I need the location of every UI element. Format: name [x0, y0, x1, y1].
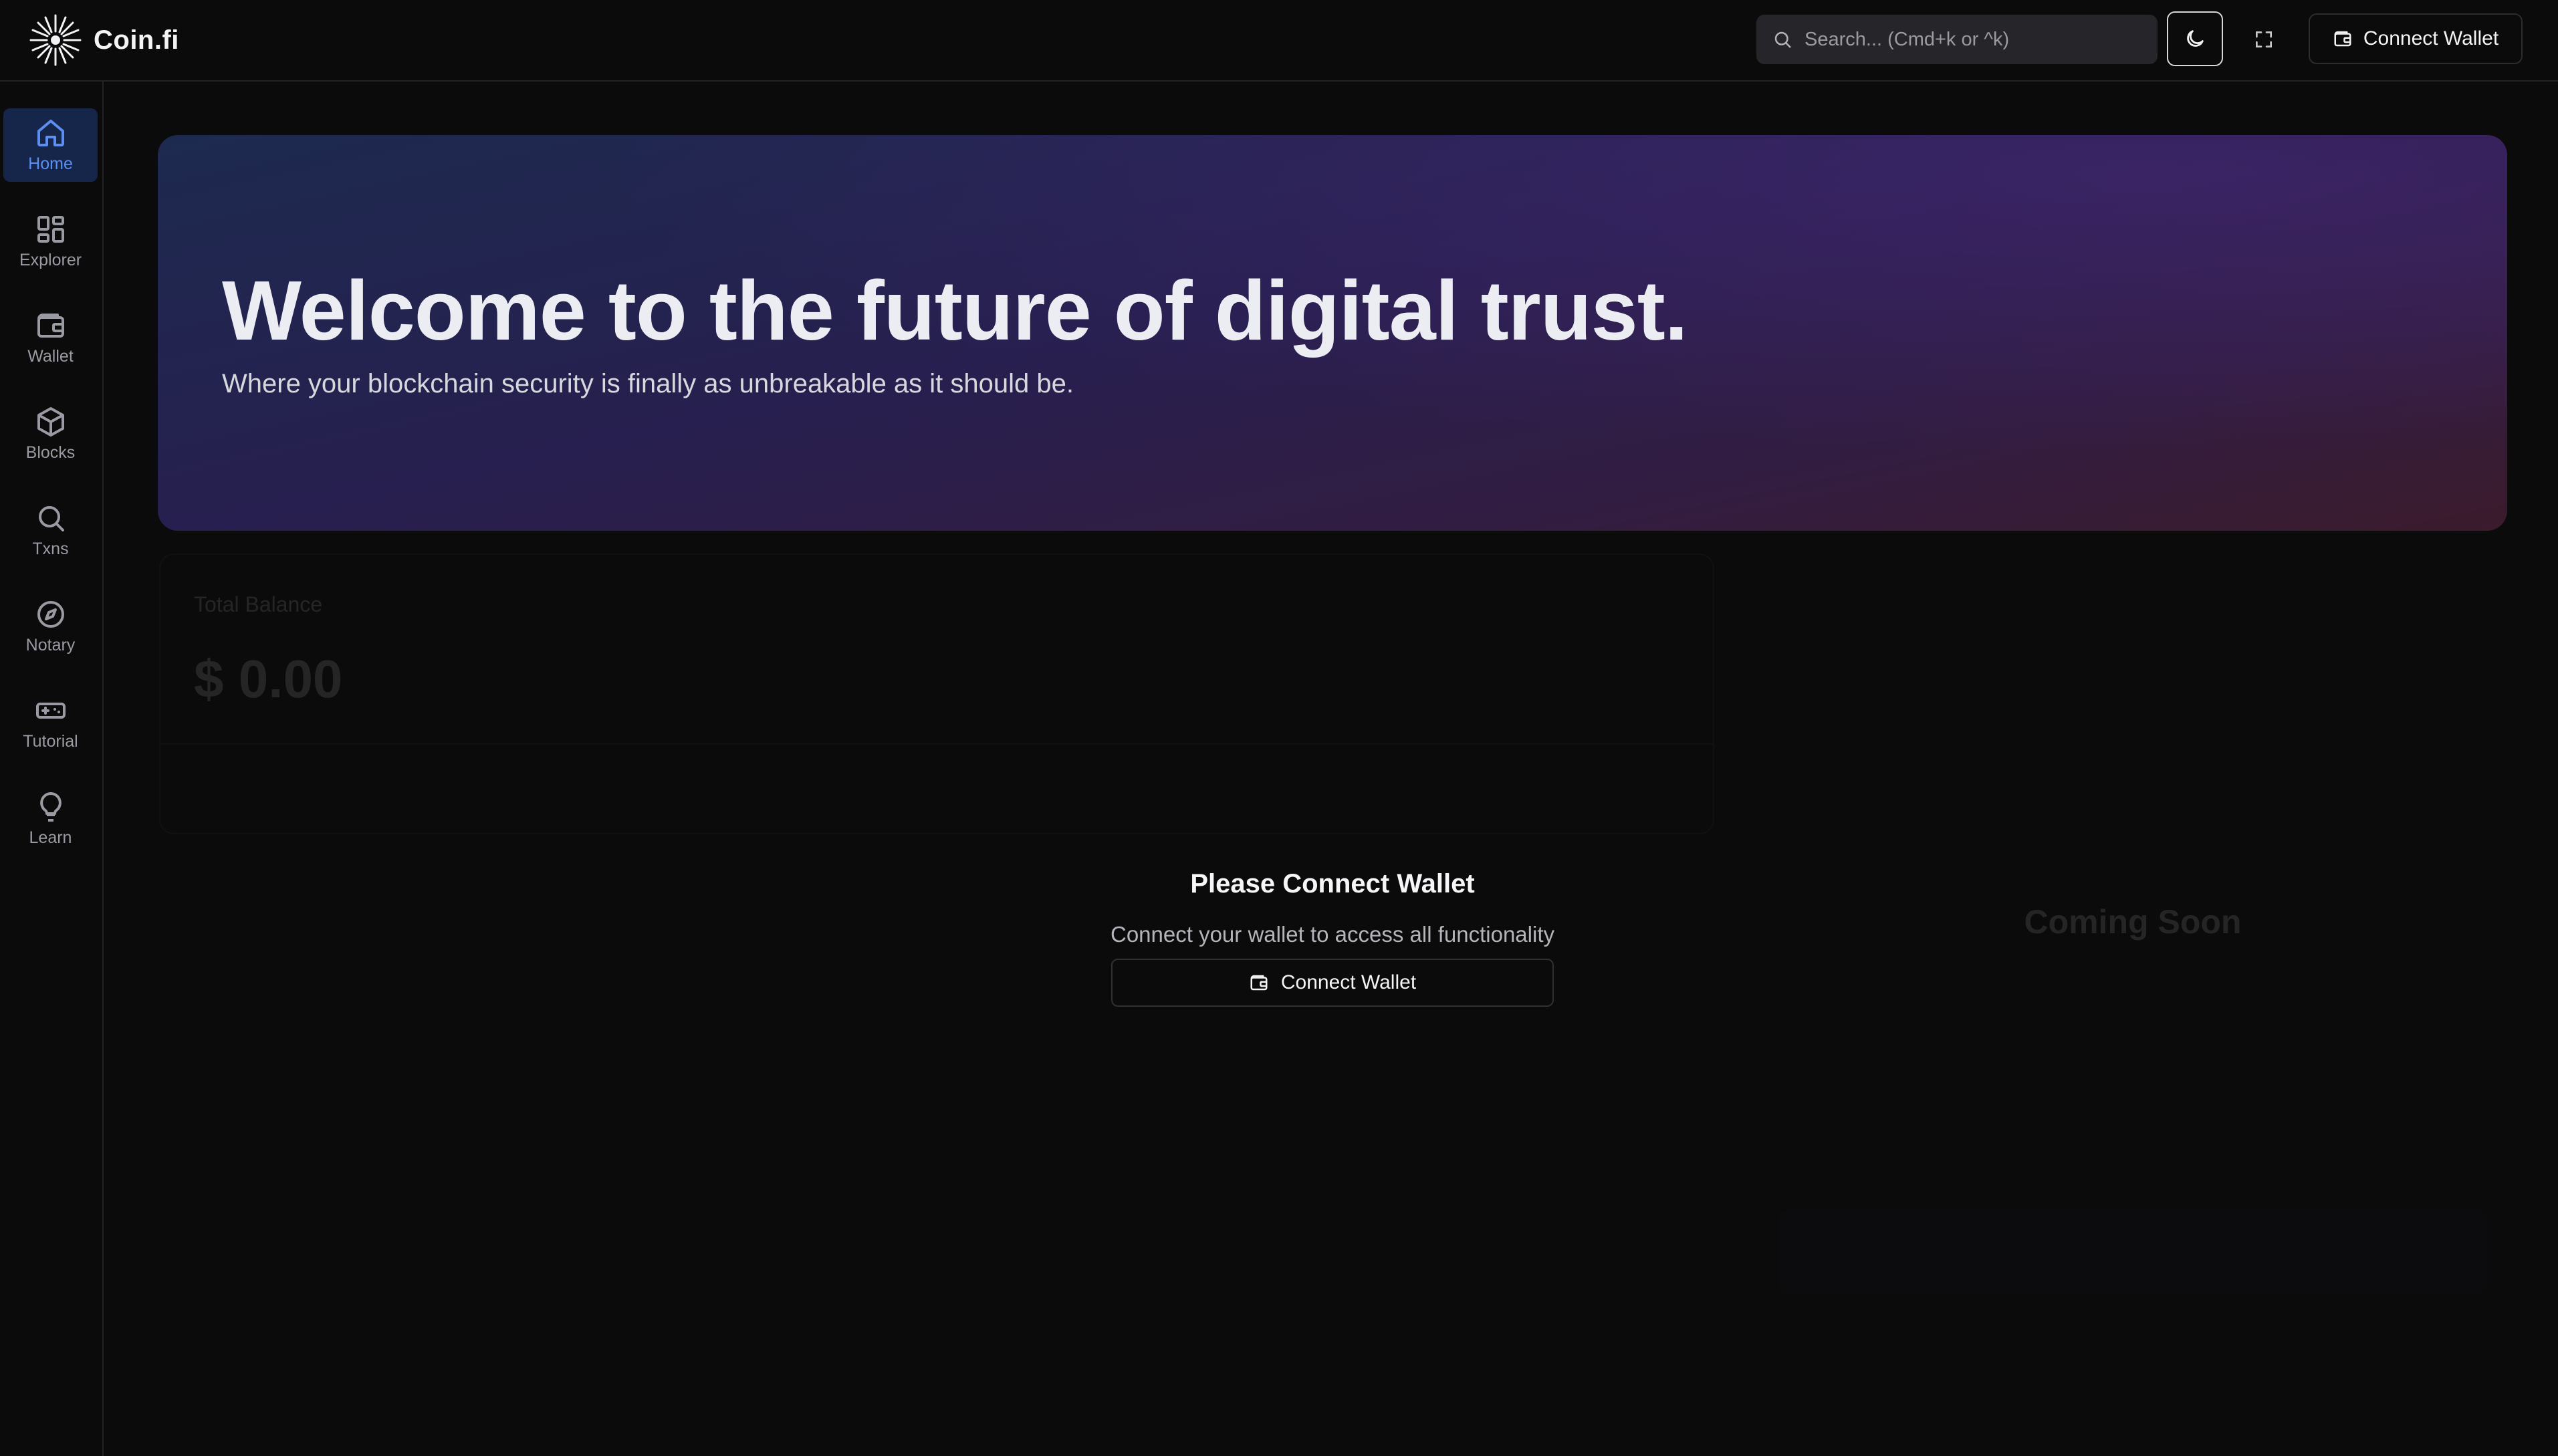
- prompt-connect-wallet-button[interactable]: Connect Wallet: [1111, 959, 1554, 1007]
- search-input[interactable]: [1805, 28, 2125, 51]
- theme-toggle-button[interactable]: [2167, 11, 2223, 66]
- balance-label: Total Balance: [194, 592, 323, 616]
- search-box[interactable]: [1756, 15, 2158, 64]
- connect-wallet-prompt: Please Connect Wallet Connect your walle…: [1110, 869, 1555, 1007]
- hero-subtitle: Where your blockchain security is finall…: [222, 369, 1074, 398]
- sunburst-logo-icon: [29, 14, 82, 66]
- prompt-connect-wallet-label: Connect Wallet: [1280, 971, 1417, 993]
- moon-icon: [2187, 30, 2204, 47]
- sidebar-item-label: Tutorial: [23, 731, 78, 751]
- sidebar-item-label: Wallet: [27, 346, 74, 366]
- sidebar-item-label: Blocks: [25, 443, 76, 462]
- sidebar-item-label: Learn: [29, 828, 72, 847]
- coming-soon-heading: Coming Soon: [2024, 903, 2242, 941]
- connect-wallet-label: Connect Wallet: [2363, 27, 2499, 49]
- lightbulb-icon: [39, 792, 62, 822]
- app-root: Coin.fi Connect Wallet: [0, 0, 2558, 1456]
- balance-card: Total Balance $ 0.00: [159, 554, 1714, 834]
- prompt-subtitle: Connect your wallet to access all functi…: [1111, 922, 1554, 947]
- sidebar-item-label: Explorer: [19, 250, 82, 269]
- gamepad-icon: [35, 702, 66, 719]
- sidebar-item-notary[interactable]: Notary: [3, 590, 98, 663]
- search-icon: [38, 505, 64, 531]
- sidebar-item-label: Notary: [25, 635, 76, 654]
- sidebar-item-home[interactable]: Home: [3, 108, 98, 182]
- sidebar-item-label: Txns: [32, 539, 69, 558]
- prompt-title: Please Connect Wallet: [1190, 869, 1475, 898]
- home-icon: [37, 119, 64, 146]
- sidebar-item-blocks[interactable]: Blocks: [3, 397, 98, 471]
- fullscreen-button[interactable]: [2240, 16, 2288, 63]
- wallet-icon: [1250, 975, 1268, 991]
- brand-name: Coin.fi: [94, 25, 179, 55]
- cube-icon: [37, 406, 64, 437]
- balance-value: $ 0.00: [194, 649, 343, 709]
- connect-wallet-button[interactable]: Connect Wallet: [2309, 13, 2523, 64]
- sidebar: Home Explorer Wallet Blocks Txns Notary …: [0, 82, 104, 1456]
- hero-title: Welcome to the future of digital trust.: [222, 263, 1688, 358]
- hero-banner: Welcome to the future of digital trust. …: [158, 135, 2507, 531]
- compass-icon: [37, 600, 64, 628]
- sidebar-item-tutorial[interactable]: Tutorial: [3, 686, 98, 759]
- sidebar-item-learn[interactable]: Learn: [3, 782, 98, 856]
- fullscreen-icon: [2256, 31, 2272, 47]
- top-bar: Coin.fi Connect Wallet: [0, 0, 2558, 82]
- search-icon: [1774, 31, 1791, 48]
- panel-footer-box: [1778, 1210, 2487, 1294]
- sidebar-item-wallet[interactable]: Wallet: [3, 301, 98, 374]
- grid-icon: [37, 215, 64, 243]
- divider: [160, 743, 1713, 745]
- sidebar-item-explorer[interactable]: Explorer: [3, 205, 98, 278]
- sidebar-item-txns[interactable]: Txns: [3, 493, 98, 567]
- brand[interactable]: Coin.fi: [27, 11, 179, 69]
- wallet-icon: [2334, 31, 2351, 47]
- wallet-icon: [37, 313, 64, 338]
- side-panel: Coming Soon: [1758, 709, 2507, 1324]
- sidebar-item-label: Home: [28, 154, 73, 173]
